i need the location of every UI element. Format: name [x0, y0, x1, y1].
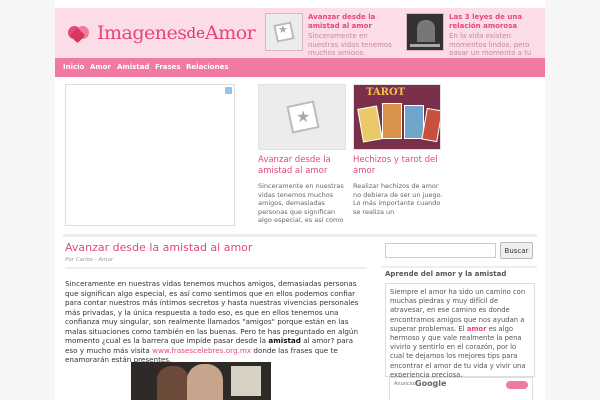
sidebar-divider: [381, 266, 537, 268]
header-post-excerpt: En la vida existen momentos lindos, pero…: [449, 32, 532, 55]
logo-text-amor: Amor: [204, 22, 256, 44]
featured-post-image[interactable]: ★: [258, 84, 346, 150]
tarot-card-icon: [404, 105, 424, 139]
nav-item-frases[interactable]: Frases: [155, 58, 181, 77]
nav-item-amistad[interactable]: Amistad: [117, 58, 149, 77]
tarot-card-icon: [357, 105, 383, 143]
keyword-amor: amor: [466, 324, 487, 333]
main-nav: Inicio Amor Amistad Frases Relaciones: [55, 58, 545, 77]
ad-arrow-icon[interactable]: [506, 381, 528, 389]
logo-text-de: de: [186, 24, 205, 42]
featured-post-title[interactable]: Avanzar desde la amistad al amor: [258, 155, 348, 177]
page: Imagenes de Amor ★ Avanzar desde la amis…: [0, 0, 600, 400]
featured-post-title[interactable]: Hechizos y tarot del amor: [353, 155, 443, 177]
article-meta: Por Carlos - Amor: [65, 257, 114, 263]
article-title[interactable]: Avanzar desde la amistad al amor: [65, 241, 252, 254]
keyword-amistad: amistad: [268, 336, 301, 345]
header-post-title[interactable]: Avanzar desde la amistad al amor: [308, 13, 399, 31]
header-post-excerpt: Sinceramente en nuestras vidas tenemos m…: [308, 32, 392, 55]
tarot-card-icon: [421, 107, 440, 143]
site-header: Imagenes de Amor ★ Avanzar desde la amis…: [55, 8, 545, 58]
star-icon: ★: [278, 23, 288, 36]
article-divider: [65, 267, 367, 269]
site-logo[interactable]: Imagenes de Amor: [67, 20, 256, 46]
nav-item-inicio[interactable]: Inicio: [63, 58, 84, 77]
google-logo: Google: [415, 379, 447, 388]
search-button[interactable]: Buscar: [500, 242, 533, 259]
header-post-1[interactable]: ★ Avanzar desde la amistad al amor Since…: [265, 13, 399, 55]
featured-post-1[interactable]: ★ Avanzar desde la amistad al amor Since…: [258, 84, 348, 226]
adchoices-icon[interactable]: [225, 87, 232, 94]
header-post-thumbnail[interactable]: ★: [265, 13, 303, 51]
header-post-thumbnail[interactable]: [406, 13, 444, 51]
featured-post-excerpt: Realizar hechizos de amor no debiera de …: [353, 182, 443, 216]
logo-text-imagenes: Imagenes: [97, 22, 187, 44]
site-wrapper: Imagenes de Amor ★ Avanzar desde la amis…: [55, 0, 545, 400]
tarot-card-icon: [382, 103, 402, 139]
featured-post-image[interactable]: TAROT: [353, 84, 441, 150]
section-divider: [63, 234, 537, 237]
search-input[interactable]: [385, 243, 496, 258]
header-post-2[interactable]: Las 3 leyes de una relación amorosa En l…: [406, 13, 540, 55]
tarot-label: TAROT: [366, 87, 406, 98]
sidebar-heading: Aprende del amor y la amistad: [385, 270, 507, 278]
header-post-title[interactable]: Las 3 leyes de una relación amorosa: [449, 13, 540, 31]
featured-post-2[interactable]: TAROT Hechizos y tarot del amor Realizar…: [353, 84, 443, 226]
sidebar-text-box: Siempre el amor ha sido un camino con mu…: [385, 283, 535, 379]
advertisement-box[interactable]: [65, 84, 235, 226]
article-body: Sinceramente en nuestras vidas tenemos m…: [65, 279, 359, 364]
google-ad-unit[interactable]: Anuncios Google: [389, 377, 533, 400]
star-icon: ★: [296, 107, 311, 126]
nav-item-relaciones[interactable]: Relaciones: [186, 58, 229, 77]
hearts-logo-icon: [67, 24, 93, 44]
sidebar-text: Siempre el amor ha sido un camino con mu…: [390, 288, 526, 379]
ad-label: Anuncios: [394, 381, 417, 387]
nav-item-amor[interactable]: Amor: [90, 58, 111, 77]
featured-post-excerpt: Sinceramente en nuestras vidas tenemos m…: [258, 182, 344, 226]
frases-link[interactable]: www.frasescelebres.org.mx: [152, 346, 251, 355]
article-image: [131, 362, 271, 400]
